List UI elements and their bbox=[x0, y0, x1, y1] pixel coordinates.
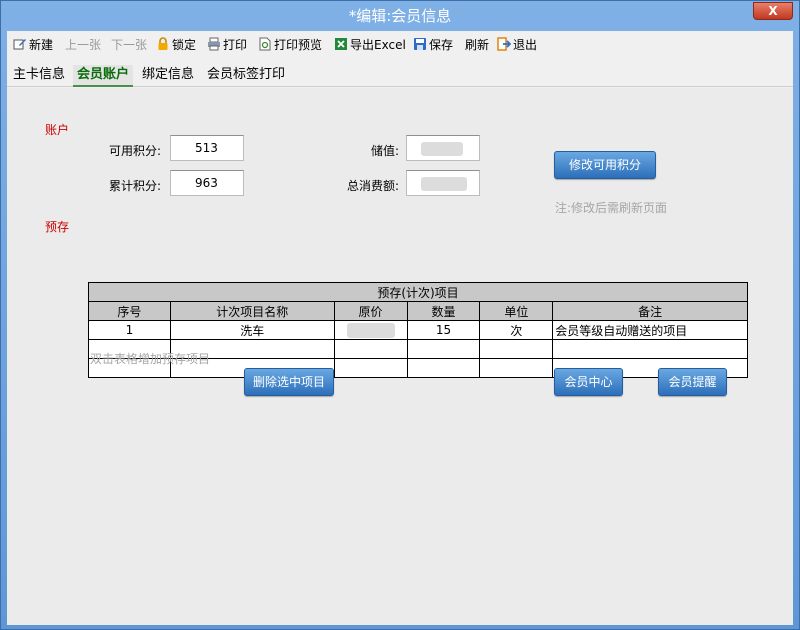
column-header-unit[interactable]: 单位 bbox=[479, 301, 554, 321]
column-header-no[interactable]: 序号 bbox=[88, 301, 171, 321]
column-header-name[interactable]: 计次项目名称 bbox=[169, 301, 335, 321]
table-row[interactable]: 1 洗车 15 次 会员等级自动赠送的项目 bbox=[88, 320, 748, 340]
export-excel-button[interactable]: 导出Excel bbox=[334, 36, 406, 54]
exit-button[interactable]: 退出 bbox=[497, 36, 537, 54]
member-account-panel: 账户 可用积分: 513 累计积分: 963 储值: 总消费额: 修改可用积分 … bbox=[7, 88, 793, 625]
add-item-hint: 双击表格增加预存项目 bbox=[90, 352, 211, 366]
export-excel-label: 导出Excel bbox=[350, 38, 406, 52]
total-spend-label: 总消费额: bbox=[346, 179, 399, 193]
toolbar: 新建 上一张 下一张 锁定 打印 打印预览 导出Excel 保存 刷新 退出 bbox=[7, 31, 793, 59]
printer-icon bbox=[207, 37, 221, 51]
table-caption: 预存(计次)项目 bbox=[88, 282, 748, 302]
tab-main-card[interactable]: 主卡信息 bbox=[13, 65, 65, 87]
print-preview-icon bbox=[258, 37, 272, 51]
close-button[interactable]: X bbox=[753, 2, 793, 20]
total-spend-field[interactable] bbox=[406, 170, 480, 196]
refresh-label: 刷新 bbox=[465, 38, 490, 52]
modify-points-button[interactable]: 修改可用积分 bbox=[554, 151, 656, 179]
total-points-field[interactable]: 963 bbox=[170, 170, 244, 196]
lock-button[interactable]: 锁定 bbox=[156, 36, 196, 54]
delete-selected-button[interactable]: 删除选中项目 bbox=[244, 368, 334, 396]
prev-button[interactable]: 上一张 bbox=[65, 36, 101, 54]
exit-label: 退出 bbox=[513, 38, 538, 52]
cell-unit[interactable]: 次 bbox=[479, 320, 554, 340]
member-remind-button[interactable]: 会员提醒 bbox=[658, 368, 727, 396]
print-label: 打印 bbox=[223, 38, 248, 52]
member-center-button[interactable]: 会员中心 bbox=[554, 368, 623, 396]
save-icon bbox=[413, 37, 427, 51]
title-bar[interactable]: *编辑:会员信息 X bbox=[1, 1, 799, 31]
cell-remark[interactable]: 会员等级自动赠送的项目 bbox=[552, 320, 748, 340]
prev-label: 上一张 bbox=[65, 38, 102, 52]
cell-qty[interactable]: 15 bbox=[406, 320, 481, 340]
member-edit-window: *编辑:会员信息 X 新建 上一张 下一张 锁定 打印 打印预览 导出Excel… bbox=[0, 0, 800, 630]
new-icon bbox=[13, 37, 27, 51]
available-points-label: 可用积分: bbox=[108, 144, 161, 158]
lock-icon bbox=[156, 37, 170, 51]
client-area: 新建 上一张 下一张 锁定 打印 打印预览 导出Excel 保存 刷新 退出 主… bbox=[7, 31, 793, 625]
refresh-note: 注:修改后需刷新页面 bbox=[555, 201, 668, 215]
stored-value-label: 储值: bbox=[370, 144, 399, 158]
new-label: 新建 bbox=[29, 38, 54, 52]
redacted-value bbox=[421, 141, 463, 156]
prepaid-section-label: 预存 bbox=[45, 220, 70, 234]
total-points-label: 累计积分: bbox=[108, 179, 161, 193]
print-preview-label: 打印预览 bbox=[274, 38, 323, 52]
column-header-remark[interactable]: 备注 bbox=[552, 301, 748, 321]
column-header-price[interactable]: 原价 bbox=[333, 301, 408, 321]
cell-no[interactable]: 1 bbox=[88, 320, 171, 340]
tab-binding-info[interactable]: 绑定信息 bbox=[142, 65, 194, 87]
refresh-button[interactable]: 刷新 bbox=[465, 36, 489, 54]
account-section-label: 账户 bbox=[45, 123, 70, 137]
redacted-value bbox=[421, 176, 467, 191]
window-title: *编辑:会员信息 bbox=[348, 7, 452, 25]
exit-icon bbox=[497, 37, 512, 51]
tab-strip: 主卡信息 会员账户 绑定信息 会员标签打印 bbox=[7, 61, 793, 87]
stored-value-field[interactable] bbox=[406, 135, 480, 161]
excel-icon bbox=[334, 37, 348, 51]
tab-member-label-print[interactable]: 会员标签打印 bbox=[207, 65, 287, 87]
column-header-qty[interactable]: 数量 bbox=[406, 301, 481, 321]
cell-price[interactable] bbox=[333, 320, 408, 340]
lock-label: 锁定 bbox=[172, 38, 197, 52]
tab-member-account[interactable]: 会员账户 bbox=[73, 65, 133, 87]
save-label: 保存 bbox=[429, 38, 454, 52]
print-button[interactable]: 打印 bbox=[207, 36, 247, 54]
redacted-value bbox=[346, 322, 395, 338]
next-label: 下一张 bbox=[111, 38, 148, 52]
available-points-field[interactable]: 513 bbox=[170, 135, 244, 161]
cell-name[interactable]: 洗车 bbox=[169, 320, 335, 340]
new-button[interactable]: 新建 bbox=[13, 36, 53, 54]
save-button[interactable]: 保存 bbox=[413, 36, 453, 54]
next-button[interactable]: 下一张 bbox=[111, 36, 147, 54]
print-preview-button[interactable]: 打印预览 bbox=[258, 36, 322, 54]
